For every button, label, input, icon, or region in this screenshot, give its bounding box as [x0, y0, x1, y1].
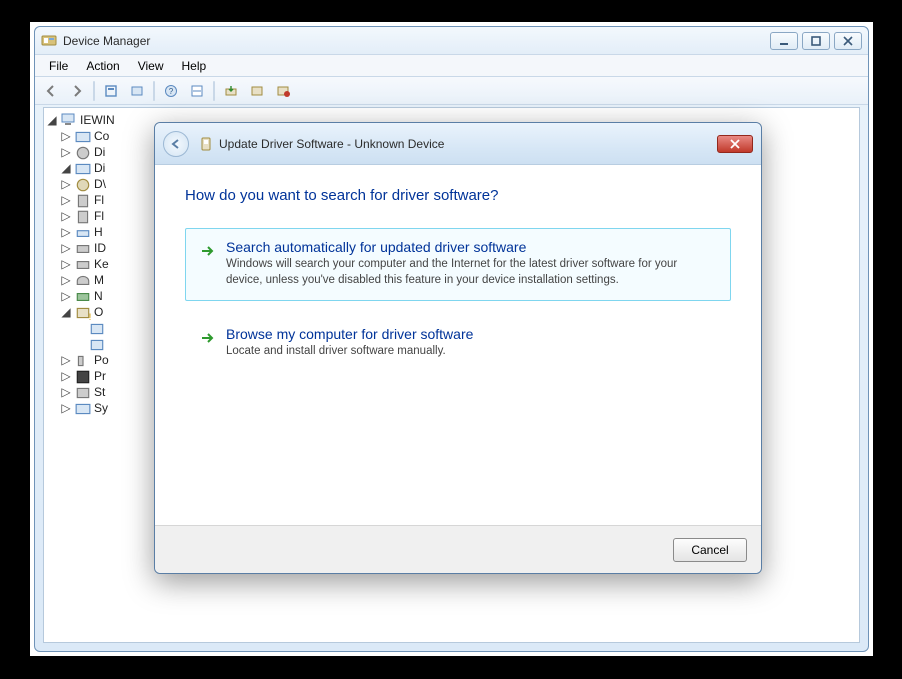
shadow-frame: Device Manager File Action View Help ? [30, 22, 873, 656]
tree-item-label: M [94, 273, 104, 287]
expander-icon[interactable]: ▷ [60, 129, 72, 143]
expander-icon[interactable]: ▷ [60, 385, 72, 399]
dm-title-text: Device Manager [63, 34, 150, 48]
wizard-body: How do you want to search for driver sof… [155, 165, 761, 525]
toolbar-uninstall[interactable] [245, 80, 269, 102]
tree-item-label: Sy [94, 401, 108, 415]
menu-file[interactable]: File [41, 57, 76, 75]
device-category-icon [75, 401, 91, 415]
option-title: Search automatically for updated driver … [226, 239, 716, 255]
toolbar-scan[interactable] [185, 80, 209, 102]
computer-icon [61, 113, 77, 127]
toolbar-help[interactable]: ? [159, 80, 183, 102]
device-category-icon [75, 385, 91, 399]
wizard-back-button[interactable] [163, 131, 189, 157]
maximize-button[interactable] [802, 32, 830, 50]
tree-item-label: Di [94, 161, 105, 175]
expander-icon[interactable]: ▷ [60, 353, 72, 367]
device-category-icon [75, 257, 91, 271]
expander-icon[interactable]: ▷ [60, 289, 72, 303]
device-category-icon [75, 145, 91, 159]
tree-item-label: O [94, 305, 103, 319]
expander-icon[interactable]: ◢ [60, 305, 72, 319]
tree-item-label: Po [94, 353, 109, 367]
device-category-icon [89, 321, 105, 335]
toolbar-forward[interactable] [65, 80, 89, 102]
expander-icon[interactable]: ▷ [60, 257, 72, 271]
arrow-right-icon [200, 243, 216, 262]
expander-icon[interactable]: ◢ [60, 161, 72, 175]
option-title: Browse my computer for driver software [226, 326, 716, 342]
arrow-right-icon [200, 330, 216, 349]
toolbar-disable[interactable] [271, 80, 295, 102]
device-category-icon [75, 273, 91, 287]
wizard-title-label: Update Driver Software - Unknown Device [219, 137, 444, 151]
menu-view[interactable]: View [130, 57, 172, 75]
wizard-titlebar[interactable]: Update Driver Software - Unknown Device [155, 123, 761, 165]
device-category-icon [75, 225, 91, 239]
toolbar-show-hidden[interactable] [125, 80, 149, 102]
wizard-close-button[interactable] [717, 135, 753, 153]
wizard-footer: Cancel [155, 525, 761, 573]
svg-text:!: ! [89, 312, 91, 320]
tree-item-label: Pr [94, 369, 106, 383]
expander-icon[interactable]: ▷ [60, 145, 72, 159]
device-category-icon [75, 353, 91, 367]
tree-item-label: Co [94, 129, 109, 143]
toolbar-update-driver[interactable] [219, 80, 243, 102]
close-button[interactable] [834, 32, 862, 50]
expander-icon[interactable]: ▷ [60, 369, 72, 383]
device-icon [199, 137, 213, 151]
option-search-automatically[interactable]: Search automatically for updated driver … [185, 228, 731, 301]
tree-item-label: Fl [94, 209, 104, 223]
tree-item-label: Ke [94, 257, 109, 271]
expander-icon[interactable]: ▷ [60, 177, 72, 191]
expander-icon[interactable]: ◢ [46, 113, 58, 127]
dm-menubar: File Action View Help [35, 55, 868, 77]
tree-item-label: ID [94, 241, 106, 255]
wizard-heading: How do you want to search for driver sof… [185, 187, 731, 204]
device-category-icon [75, 289, 91, 303]
expander-icon[interactable]: ▷ [60, 241, 72, 255]
expander-icon[interactable]: ▷ [60, 193, 72, 207]
device-category-icon [75, 161, 91, 175]
expander-icon[interactable]: ▷ [60, 225, 72, 239]
expander-icon[interactable]: ▷ [60, 401, 72, 415]
toolbar-sep3 [213, 81, 215, 101]
device-category-icon [89, 337, 105, 351]
device-category-icon [75, 129, 91, 143]
toolbar-properties[interactable] [99, 80, 123, 102]
device-manager-icon [41, 33, 57, 49]
device-category-icon [75, 177, 91, 191]
toolbar-sep2 [153, 81, 155, 101]
option-desc: Locate and install driver software manua… [226, 344, 716, 360]
minimize-button[interactable] [770, 32, 798, 50]
device-category-icon [75, 369, 91, 383]
tree-item-label: St [94, 385, 105, 399]
option-browse-computer[interactable]: Browse my computer for driver software L… [185, 315, 731, 373]
dm-toolbar: ? [35, 77, 868, 105]
svg-text:?: ? [169, 87, 174, 96]
toolbar-back[interactable] [39, 80, 63, 102]
tree-item-label: Di [94, 145, 105, 159]
expander-icon[interactable]: ▷ [60, 209, 72, 223]
wizard-title-text: Update Driver Software - Unknown Device [199, 137, 444, 151]
option-desc: Windows will search your computer and th… [226, 257, 716, 288]
device-category-icon: ! [75, 305, 91, 319]
cancel-button[interactable]: Cancel [673, 538, 747, 562]
tree-item-label: D\ [94, 177, 106, 191]
device-category-icon [75, 193, 91, 207]
expander-icon[interactable]: ▷ [60, 273, 72, 287]
tree-item-label: Fl [94, 193, 104, 207]
dm-titlebar[interactable]: Device Manager [35, 27, 868, 55]
menu-help[interactable]: Help [174, 57, 215, 75]
update-driver-wizard: Update Driver Software - Unknown Device … [154, 122, 762, 574]
menu-action[interactable]: Action [78, 57, 127, 75]
toolbar-sep [93, 81, 95, 101]
tree-item-label: N [94, 289, 103, 303]
device-category-icon [75, 209, 91, 223]
device-category-icon [75, 241, 91, 255]
tree-item-label: H [94, 225, 103, 239]
